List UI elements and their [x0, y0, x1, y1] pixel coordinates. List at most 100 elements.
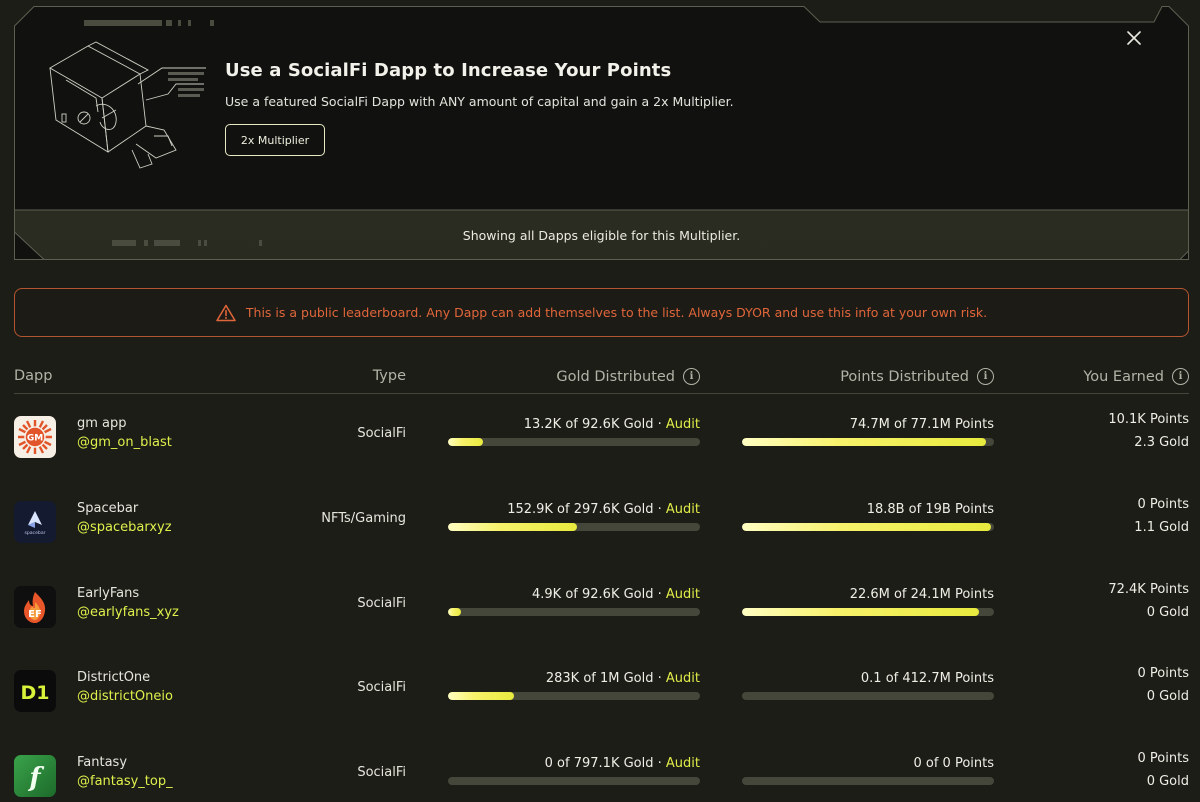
column-header-label: You Earned: [1083, 368, 1164, 385]
table-row[interactable]: f Fantasy @fantasy_top_ SocialFi 0 of 79…: [14, 751, 1189, 802]
gold-progress-bar: [448, 692, 700, 700]
gold-progress-bar: [448, 777, 700, 785]
audit-link[interactable]: Audit: [666, 417, 700, 432]
gold-amount: 0 of 797.1K Gold: [544, 756, 654, 771]
info-icon[interactable]: i: [977, 368, 994, 385]
districtone-logo-icon: D1: [14, 670, 56, 712]
gold-amount: 13.2K of 92.6K Gold: [523, 417, 654, 432]
dapp-name[interactable]: EarlyFans: [77, 586, 139, 601]
points-distributed-text: 0 of 0 Points: [913, 756, 994, 771]
gold-progress-fill: [448, 523, 577, 531]
audit-link[interactable]: Audit: [666, 756, 700, 771]
banner-description: Use a featured SocialFi Dapp with ANY am…: [225, 94, 734, 109]
column-header-dapp[interactable]: Dapp: [14, 368, 52, 384]
points-progress-bar: [742, 608, 994, 616]
points-distributed-text: 18.8B of 19B Points: [866, 502, 994, 517]
close-icon[interactable]: [1127, 31, 1141, 45]
earned-points: 0 Points: [1137, 497, 1189, 512]
dapp-type: SocialFi: [357, 596, 406, 611]
column-header-label: Dapp: [14, 368, 53, 384]
column-header-label: Points Distributed: [840, 368, 969, 385]
dapp-handle-link[interactable]: @gm_on_blast: [77, 435, 172, 450]
column-header-points-distributed[interactable]: Points Distributed i: [840, 368, 994, 385]
points-distributed-text: 74.7M of 77.1M Points: [849, 417, 994, 432]
audit-link[interactable]: Audit: [666, 502, 700, 517]
deco-dash: [84, 20, 162, 26]
device-illustration-icon: [49, 41, 206, 169]
points-progress-bar: [742, 438, 994, 446]
audit-link[interactable]: Audit: [666, 671, 700, 686]
dapp-name[interactable]: Fantasy: [77, 755, 127, 770]
gold-progress-bar: [448, 438, 700, 446]
svg-text:f: f: [27, 763, 44, 793]
gold-progress-bar: [448, 523, 700, 531]
warning-text: This is a public leaderboard. Any Dapp c…: [245, 305, 988, 320]
gold-distributed-text: 152.9K of 297.6K Gold · Audit: [507, 502, 700, 517]
column-header-label: Type: [372, 368, 406, 384]
table-row[interactable]: GM gm app @gm_on_blast SocialFi 13.2K of…: [14, 412, 1189, 501]
column-header-gold-distributed[interactable]: Gold Distributed i: [556, 368, 700, 385]
deco-dash: [188, 20, 191, 26]
points-progress-fill: [742, 438, 987, 446]
gold-distributed-text: 13.2K of 92.6K Gold · Audit: [523, 417, 700, 432]
column-header-label: Gold Distributed: [556, 368, 675, 385]
svg-text:D1: D1: [21, 682, 50, 704]
earned-points: 0 Points: [1137, 751, 1189, 766]
dapp-type: NFTs/Gaming: [321, 511, 406, 526]
deco-dash: [178, 20, 181, 26]
svg-text:EF: EF: [28, 609, 42, 620]
earned-points: 72.4K Points: [1108, 582, 1189, 597]
gold-progress-bar: [448, 608, 700, 616]
gold-amount: 4.9K of 92.6K Gold: [532, 587, 654, 602]
table-row[interactable]: spacebar Spacebar @spacebarxyz NFTs/Gami…: [14, 497, 1189, 586]
table-row[interactable]: EF EarlyFans @earlyfans_xyz SocialFi 4.9…: [14, 582, 1189, 671]
info-icon[interactable]: i: [1172, 368, 1189, 385]
dapp-name[interactable]: Spacebar: [77, 501, 138, 516]
earned-gold: 0 Gold: [1146, 689, 1189, 704]
dapp-type: SocialFi: [357, 426, 406, 441]
dapp-handle-link[interactable]: @fantasy_top_: [77, 774, 173, 789]
gold-amount: 152.9K of 297.6K Gold: [507, 502, 654, 517]
points-progress-bar: [742, 777, 994, 785]
gold-progress-fill: [448, 438, 484, 446]
deco-dash: [210, 20, 214, 26]
warning-icon: [216, 304, 236, 321]
banner-title: Use a SocialFi Dapp to Increase Your Poi…: [225, 60, 672, 81]
earned-gold: 1.1 Gold: [1134, 520, 1189, 535]
table-row[interactable]: D1 DistrictOne @districtOneio SocialFi 2…: [14, 666, 1189, 755]
points-distributed-text: 0.1 of 412.7M Points: [860, 671, 994, 686]
dapp-handle-link[interactable]: @earlyfans_xyz: [77, 605, 179, 620]
points-progress-bar: [742, 523, 994, 531]
multiplier-button[interactable]: 2x Multiplier: [225, 124, 325, 156]
dapp-handle-link[interactable]: @spacebarxyz: [77, 520, 172, 535]
spacebar-logo-icon: spacebar: [14, 501, 56, 543]
deco-dash: [166, 20, 172, 26]
multiplier-banner: Use a SocialFi Dapp to Increase Your Poi…: [14, 6, 1189, 260]
points-progress-fill: [742, 608, 979, 616]
dapp-name[interactable]: gm app: [77, 416, 127, 431]
earned-gold: 2.3 Gold: [1134, 435, 1189, 450]
gold-distributed-text: 283K of 1M Gold · Audit: [545, 671, 700, 686]
dapp-name[interactable]: DistrictOne: [77, 670, 150, 685]
audit-link[interactable]: Audit: [666, 587, 700, 602]
gold-amount: 283K of 1M Gold: [545, 671, 654, 686]
points-distributed-text: 22.6M of 24.1M Points: [849, 587, 994, 602]
gm-logo-icon: GM: [14, 416, 56, 458]
earned-gold: 0 Gold: [1146, 774, 1189, 789]
dapp-type: SocialFi: [357, 680, 406, 695]
column-header-you-earned[interactable]: You Earned i: [1083, 368, 1189, 385]
dapp-handle-link[interactable]: @districtOneio: [77, 689, 173, 704]
dapp-type: SocialFi: [357, 765, 406, 780]
points-progress-fill: [742, 523, 992, 531]
column-header-type[interactable]: Type: [373, 368, 406, 384]
points-progress-bar: [742, 692, 994, 700]
gold-progress-fill: [448, 608, 461, 616]
gold-distributed-text: 0 of 797.1K Gold · Audit: [544, 756, 700, 771]
gold-distributed-text: 4.9K of 92.6K Gold · Audit: [532, 587, 700, 602]
fantasy-logo-icon: f: [14, 755, 56, 797]
svg-text:GM: GM: [27, 434, 43, 444]
earned-points: 0 Points: [1137, 666, 1189, 681]
info-icon[interactable]: i: [683, 368, 700, 385]
table-header: Dapp Type Gold Distributed i Points Dist…: [14, 360, 1189, 394]
public-leaderboard-warning: This is a public leaderboard. Any Dapp c…: [14, 288, 1189, 337]
